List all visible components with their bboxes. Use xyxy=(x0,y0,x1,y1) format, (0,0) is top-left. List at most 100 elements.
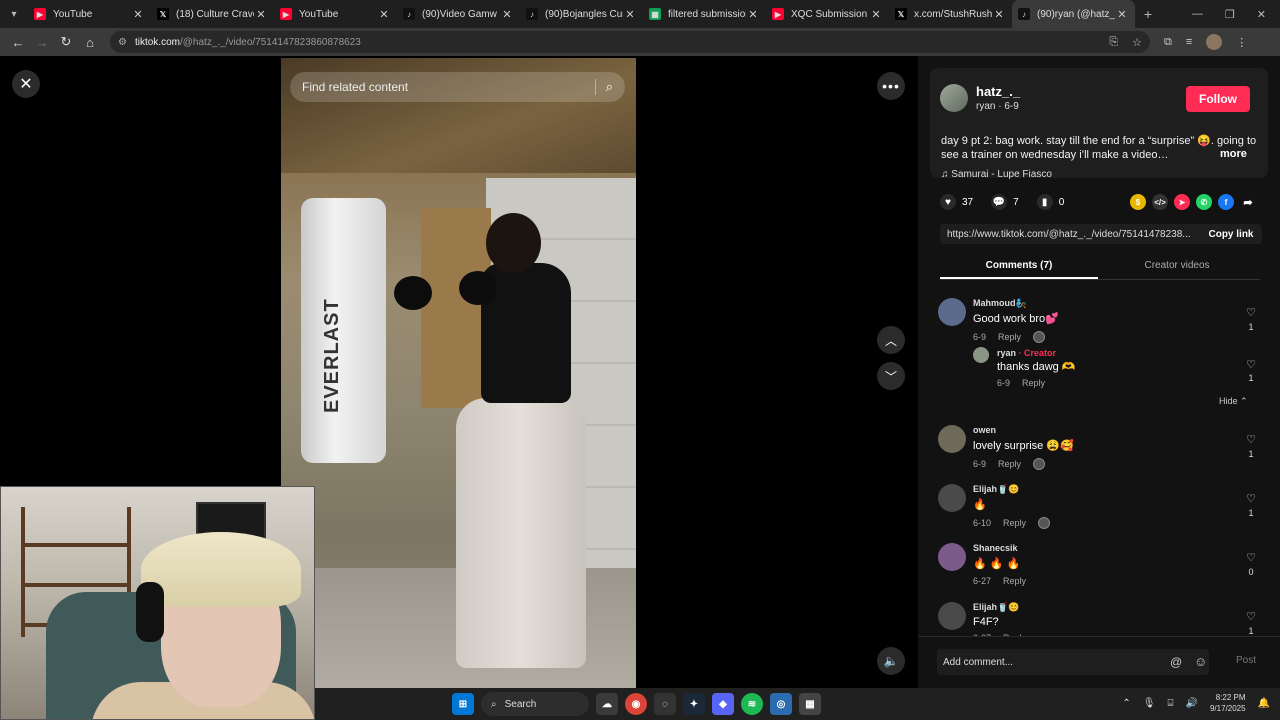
tab-creator-videos[interactable]: Creator videos xyxy=(1098,256,1256,279)
minimize-icon[interactable]: — xyxy=(1192,8,1203,21)
system-clock[interactable]: 8:22 PM 9/17/2025 xyxy=(1210,692,1246,714)
close-tab-icon[interactable]: ✕ xyxy=(377,8,391,21)
tab-comments[interactable]: Comments (7) xyxy=(940,256,1098,279)
discord-icon[interactable]: ◆ xyxy=(712,693,734,715)
browser-tab[interactable]: 𝕏x.com/StushRush_/st✕ xyxy=(889,0,1012,28)
steam-icon[interactable]: ✦ xyxy=(683,693,705,715)
comment-heart-icon[interactable]: ♡ xyxy=(1244,551,1258,564)
coin-share-icon[interactable]: $ xyxy=(1130,194,1146,210)
tray-chevron-icon[interactable]: ⌃ xyxy=(1122,698,1130,709)
browser-tab[interactable]: ▶ YouTube ✕ xyxy=(28,0,151,28)
like-stat[interactable]: ♥ 37 xyxy=(940,194,973,210)
save-stat[interactable]: ▮ 0 xyxy=(1036,194,1064,210)
browser-tab[interactable]: ▦ filtered submissions✕ xyxy=(643,0,766,28)
restore-icon[interactable]: ❐ xyxy=(1225,8,1235,21)
next-video-button[interactable]: ﹀ xyxy=(877,362,905,390)
comment-heart-icon[interactable]: ♡ xyxy=(1244,492,1258,505)
browser-tab[interactable]: ♪ (90)Bojangles Custon✕ xyxy=(520,0,643,28)
browser-tab[interactable]: 𝕏 (18) Culture Crave 🥤✕ xyxy=(151,0,274,28)
facebook-icon[interactable]: f xyxy=(1218,194,1234,210)
author-avatar[interactable] xyxy=(940,84,968,112)
close-tab-icon[interactable]: ✕ xyxy=(992,8,1006,21)
music-link[interactable]: ♫ Samurai - Lupe Fiasco xyxy=(941,169,1052,180)
reply-button[interactable]: Reply xyxy=(998,332,1021,342)
close-tab-icon[interactable]: ✕ xyxy=(623,8,637,21)
video-player[interactable]: EVERLAST xyxy=(281,58,636,688)
calculator-icon[interactable]: ▦ xyxy=(799,693,821,715)
browser-tab[interactable]: ▶ YouTube ✕ xyxy=(274,0,397,28)
emoji-icon[interactable]: ☺ xyxy=(1194,654,1207,669)
commenter-avatar[interactable] xyxy=(938,298,966,326)
reload-icon[interactable]: ↻ xyxy=(54,30,78,54)
send-to-friends-icon[interactable]: ➤ xyxy=(1174,194,1190,210)
reply-button[interactable]: Reply xyxy=(1003,518,1026,528)
reply-button[interactable]: Reply xyxy=(1022,378,1045,388)
more-options-button[interactable]: ••• xyxy=(877,72,905,100)
mention-icon[interactable]: @ xyxy=(1170,655,1182,669)
commenter-avatar[interactable] xyxy=(938,543,966,571)
follow-button[interactable]: Follow xyxy=(1186,86,1250,112)
browser-tab[interactable]: ♪ (90)ryan (@hatz_ ✕ xyxy=(1012,0,1135,28)
reply-button[interactable]: Reply xyxy=(1003,576,1026,586)
commenter-name[interactable]: Elijah🥤😊 xyxy=(973,484,1019,495)
embed-icon[interactable]: </> xyxy=(1152,194,1168,210)
reply-button[interactable]: Reply xyxy=(998,459,1021,469)
comment-heart-icon[interactable]: ♡ xyxy=(1244,610,1258,623)
commenter-name[interactable]: owen xyxy=(973,425,996,435)
search-icon[interactable]: ⌕ xyxy=(606,79,613,95)
microphone-icon[interactable]: 🎙 xyxy=(1143,698,1156,709)
install-app-icon[interactable]: ⎘ xyxy=(1109,36,1118,49)
browser-menu-icon[interactable]: ⋮ xyxy=(1236,36,1247,49)
profile-avatar[interactable] xyxy=(1206,34,1223,50)
comment-heart-icon[interactable]: ♡ xyxy=(1244,306,1258,319)
windows-start-icon[interactable]: ⊞ xyxy=(452,693,474,715)
home-icon[interactable]: ⌂ xyxy=(78,30,102,54)
media-controls-icon[interactable]: ≡ xyxy=(1186,36,1192,48)
commenter-avatar[interactable] xyxy=(973,347,989,363)
commenter-name[interactable]: Elijah🥤😊 xyxy=(973,602,1019,613)
commenter-name[interactable]: ryan · Creator xyxy=(997,348,1056,358)
widgets-icon[interactable]: ☁ xyxy=(596,693,618,715)
close-tab-icon[interactable]: ✕ xyxy=(869,8,883,21)
volume-button[interactable]: 🔈 xyxy=(877,647,905,675)
browser-tab[interactable]: ♪ (90)Video Gamw Mis✕ xyxy=(397,0,520,28)
comment-heart-icon[interactable]: ♡ xyxy=(1244,433,1258,446)
commenter-avatar[interactable] xyxy=(938,602,966,630)
chrome-icon[interactable]: ◉ xyxy=(625,693,647,715)
post-comment-button[interactable]: Post xyxy=(1236,655,1256,666)
close-tab-icon[interactable]: ✕ xyxy=(500,8,514,21)
new-tab-button[interactable]: + xyxy=(1135,6,1161,22)
site-info-icon[interactable]: ⚙ xyxy=(118,37,127,48)
copy-link-button[interactable]: Copy link xyxy=(1200,229,1262,240)
bookmark-star-icon[interactable]: ☆ xyxy=(1132,36,1142,49)
hide-replies-button[interactable]: Hide ⌃ xyxy=(1219,396,1248,407)
commenter-avatar[interactable] xyxy=(938,484,966,512)
close-tab-icon[interactable]: ✕ xyxy=(254,8,268,21)
commenter-name[interactable]: Mahmoud🧞 xyxy=(973,298,1027,309)
forward-icon[interactable]: → xyxy=(30,30,54,54)
browser-tab[interactable]: ▶ XQC Submission vide✕ xyxy=(766,0,889,28)
extensions-icon[interactable]: ⧉ xyxy=(1164,36,1172,49)
browser-app-icon[interactable]: ◎ xyxy=(770,693,792,715)
notifications-icon[interactable]: 🔔 xyxy=(1258,698,1270,709)
whatsapp-icon[interactable]: ✆ xyxy=(1196,194,1212,210)
network-icon[interactable]: ⌸ xyxy=(1168,698,1174,709)
tab-search-icon[interactable]: ▾ xyxy=(0,0,28,28)
spotify-icon[interactable]: ≋ xyxy=(741,693,763,715)
volume-icon[interactable]: 🔊 xyxy=(1186,698,1198,709)
commenter-name[interactable]: Shanecsik xyxy=(973,543,1018,553)
app-icon[interactable]: ◌ xyxy=(654,693,676,715)
close-tab-icon[interactable]: ✕ xyxy=(746,8,760,21)
commenter-avatar[interactable] xyxy=(938,425,966,453)
comment-heart-icon[interactable]: ♡ xyxy=(1244,358,1258,371)
video-link-url[interactable]: https://www.tiktok.com/@hatz_._/video/75… xyxy=(947,229,1200,240)
close-video-button[interactable]: ✕ xyxy=(12,70,40,98)
description-more-link[interactable]: more xyxy=(1220,148,1247,160)
comment-stat[interactable]: 💬 7 xyxy=(991,194,1019,210)
close-window-icon[interactable]: ✕ xyxy=(1257,8,1266,21)
back-icon[interactable]: ← xyxy=(6,30,30,54)
previous-video-button[interactable]: ︿ xyxy=(877,326,905,354)
add-comment-input[interactable] xyxy=(937,649,1209,675)
find-related-search[interactable]: Find related content ⌕ xyxy=(290,72,625,102)
close-tab-icon[interactable]: ✕ xyxy=(1115,8,1129,21)
